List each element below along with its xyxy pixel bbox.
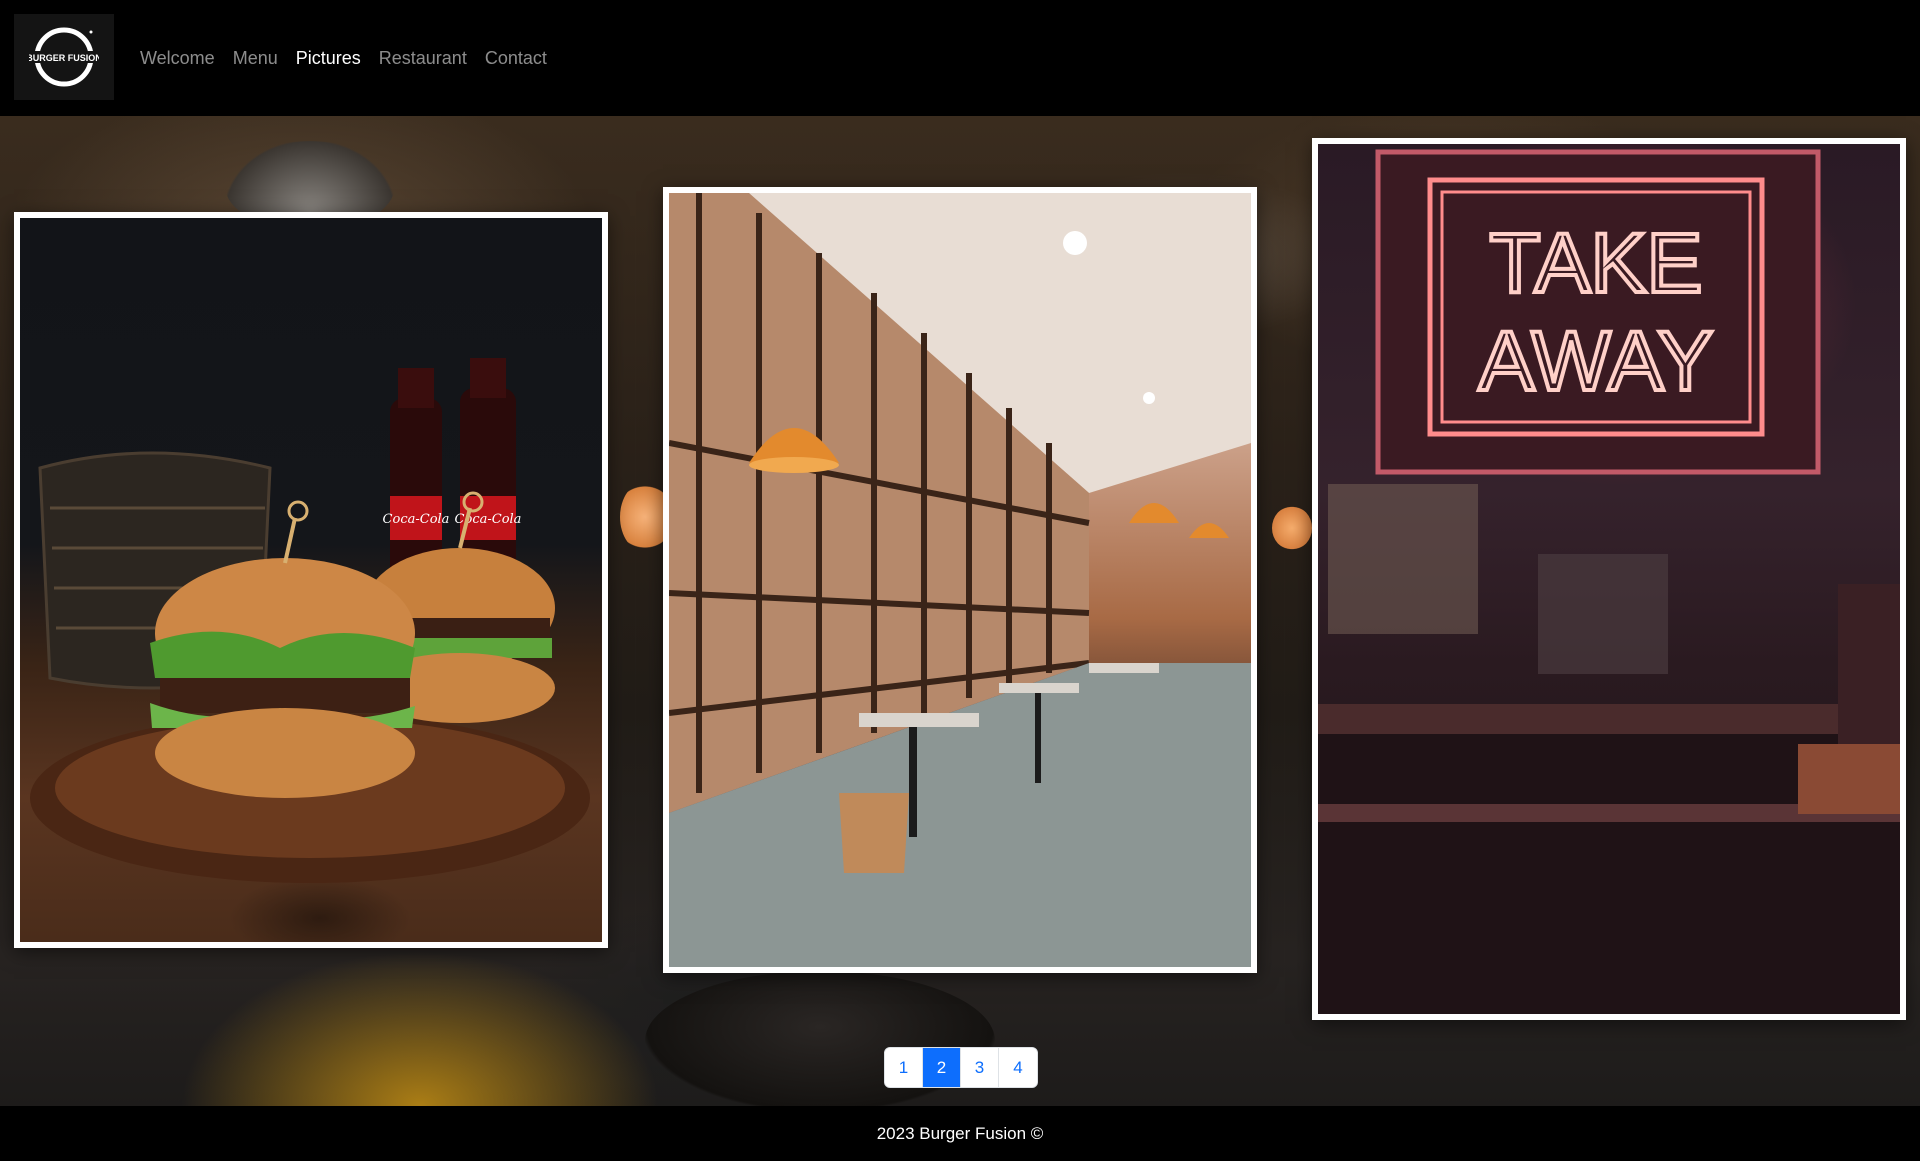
interior-illustration-icon — [669, 193, 1251, 967]
nav-pictures[interactable]: Pictures — [296, 48, 361, 69]
burger-illustration-icon: Coca-Cola Coca-Cola — [30, 358, 590, 883]
navbar: BURGER FUSION Welcome Menu Pictures Rest… — [0, 0, 1920, 116]
page-1-button[interactable]: 1 — [885, 1048, 923, 1087]
nav-contact[interactable]: Contact — [485, 48, 547, 69]
burger-photo: Coca-Cola Coca-Cola — [20, 218, 602, 942]
nav-restaurant[interactable]: Restaurant — [379, 48, 467, 69]
gallery-section: Coca-Cola Coca-Cola TAKE AWAY 1 2 3 4 — [0, 116, 1920, 1106]
page-3-button[interactable]: 3 — [961, 1048, 999, 1087]
page-2-button[interactable]: 2 — [923, 1048, 961, 1087]
svg-text:BURGER FUSION: BURGER FUSION — [29, 53, 99, 63]
take-away-photo: TAKE AWAY — [1318, 144, 1900, 1014]
svg-text:TAKE: TAKE — [1489, 216, 1702, 310]
footer: 2023 Burger Fusion © — [0, 1106, 1920, 1161]
footer-copyright: 2023 Burger Fusion © — [876, 1123, 1044, 1143]
nav-welcome[interactable]: Welcome — [140, 48, 215, 69]
nav-menu[interactable]: Menu — [233, 48, 278, 69]
photo-frame-interior[interactable] — [663, 187, 1257, 973]
burger-fusion-logo-icon: BURGER FUSION — [29, 27, 99, 87]
photo-frame-burgers[interactable]: Coca-Cola Coca-Cola — [14, 212, 608, 948]
photo-frame-take-away[interactable]: TAKE AWAY — [1312, 138, 1906, 1020]
page-4-button[interactable]: 4 — [999, 1048, 1037, 1087]
svg-text:AWAY: AWAY — [1479, 314, 1714, 408]
background-lamp — [1272, 506, 1312, 550]
nav-links: Welcome Menu Pictures Restaurant Contact — [140, 0, 565, 116]
brand-logo[interactable]: BURGER FUSION — [14, 14, 114, 100]
gallery-pagination: 1 2 3 4 — [884, 1047, 1038, 1088]
interior-photo — [669, 193, 1251, 967]
svg-text:Coca-Cola: Coca-Cola — [383, 512, 450, 527]
neon-sign-illustration-icon: TAKE AWAY — [1318, 149, 1900, 1014]
